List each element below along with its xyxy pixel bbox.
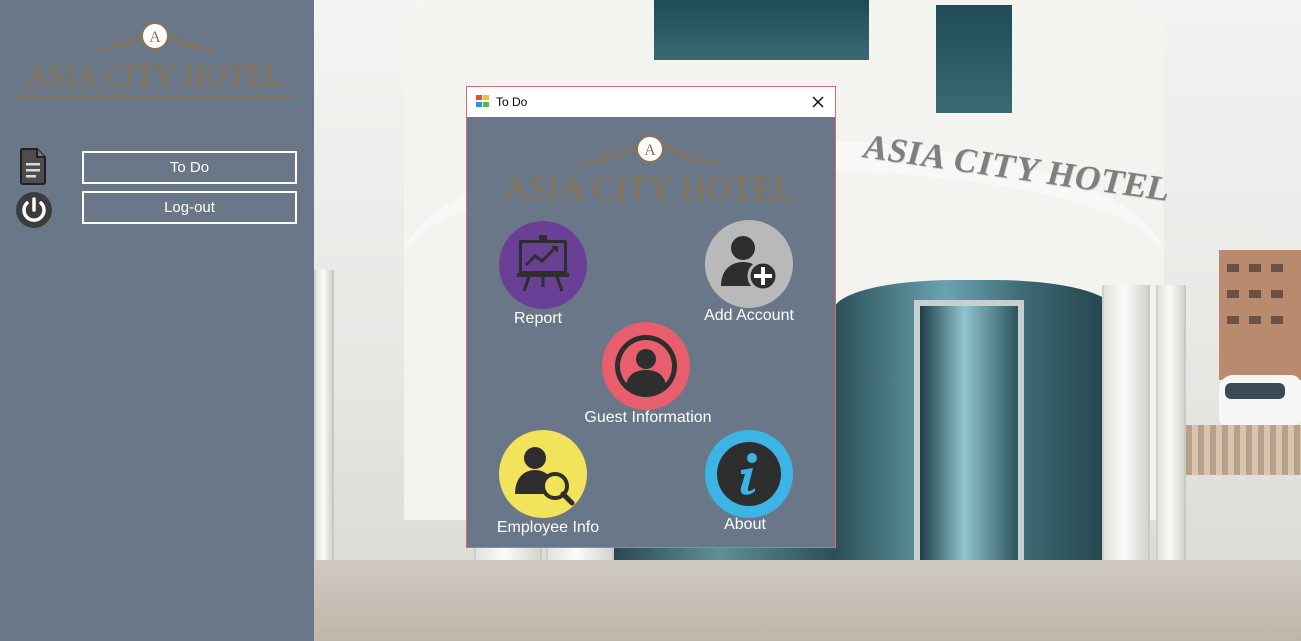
close-icon[interactable] [801,87,835,117]
brand-subtitle: ISTANBUL [99,92,211,101]
report-button[interactable] [499,221,587,309]
info-icon [717,442,781,506]
todo-button[interactable]: To Do [82,151,297,184]
photo-pillar [1156,285,1186,585]
logo-letter: A [149,29,161,46]
photo-building [1219,250,1301,380]
photo-window [654,0,869,60]
photo-pillar [1102,285,1150,585]
brand-subtitle: ISTANBUL [590,205,709,214]
presentation-chart-icon [517,235,569,292]
document-icon [19,148,46,185]
employee-info-label[interactable]: Employee Info [483,519,613,537]
employee-info-button[interactable] [499,430,587,518]
guest-information-label[interactable]: Guest Information [573,409,723,427]
search-user-icon [515,447,575,506]
crest-icon: A [94,22,216,53]
photo-fence [1174,425,1301,475]
photo-car [1219,375,1301,425]
sidebar: A ASIA CITY HOTEL ISTANBUL To Do Log-out [0,0,314,641]
add-account-label[interactable]: Add Account [689,307,809,325]
brand-name: ASIA CITY HOTEL [504,171,795,207]
about-label[interactable]: About [699,516,791,534]
hotel-logo: A ASIA CITY HOTEL ISTANBUL [10,14,300,104]
report-label[interactable]: Report [493,310,583,328]
add-user-icon [721,236,779,292]
brand-name: ASIA CITY HOTEL [26,60,284,92]
logout-button[interactable]: Log-out [82,191,297,224]
about-button[interactable] [705,430,793,518]
photo-window [936,5,1012,113]
photo-door [914,300,1024,570]
crest-icon: A [579,135,721,166]
app-icon [476,95,490,108]
logo-letter: A [644,142,656,159]
dialog-hotel-logo: A ASIA CITY HOTEL ISTANBUL [477,125,822,217]
add-account-button[interactable] [705,220,793,308]
dialog-titlebar[interactable]: To Do [467,87,835,117]
todo-dialog: To Do A ASIA CITY HOTEL ISTANBUL Report … [466,86,836,548]
guest-information-button[interactable] [602,322,690,410]
photo-ground [314,560,1301,641]
power-icon[interactable] [15,191,53,229]
user-circle-icon [615,335,677,397]
dialog-title: To Do [496,95,528,109]
